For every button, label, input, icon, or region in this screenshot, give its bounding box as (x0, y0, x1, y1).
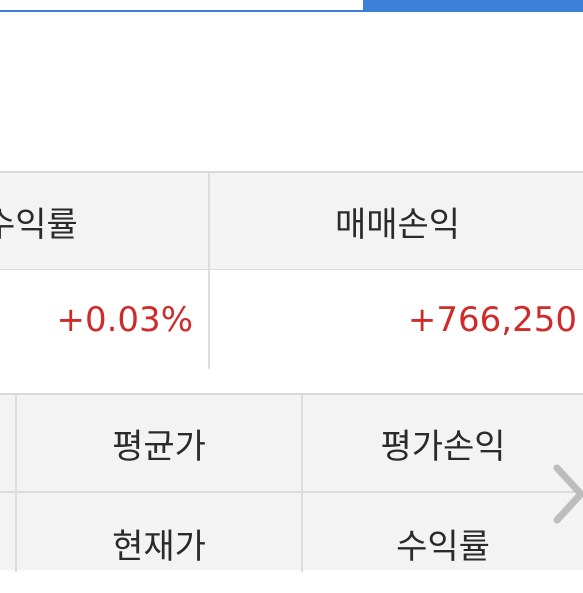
tab-right-active[interactable] (363, 0, 583, 12)
header-current-price: 현재가 (112, 526, 206, 567)
header-return-rate: 수익률 (0, 173, 209, 270)
header-average-price: 평균가 (112, 426, 206, 467)
header-evaluation-pnl: 평가손익 (380, 426, 506, 467)
summary-table: 수익률 매매손익 +0.03% +766,250 (0, 171, 583, 369)
holdings-header-grid: 평균가 평가손익 현재가 수익률 (0, 393, 583, 572)
value-trading-pnl: +766,250 (210, 270, 583, 369)
tab-left[interactable] (0, 0, 363, 12)
header-trading-pnl: 매매손익 (210, 173, 583, 270)
column-divider (208, 173, 210, 369)
value-return-rate: +0.03% (0, 270, 209, 369)
chevron-right-icon[interactable] (551, 462, 583, 526)
header-return-rate-2: 수익률 (396, 526, 490, 567)
